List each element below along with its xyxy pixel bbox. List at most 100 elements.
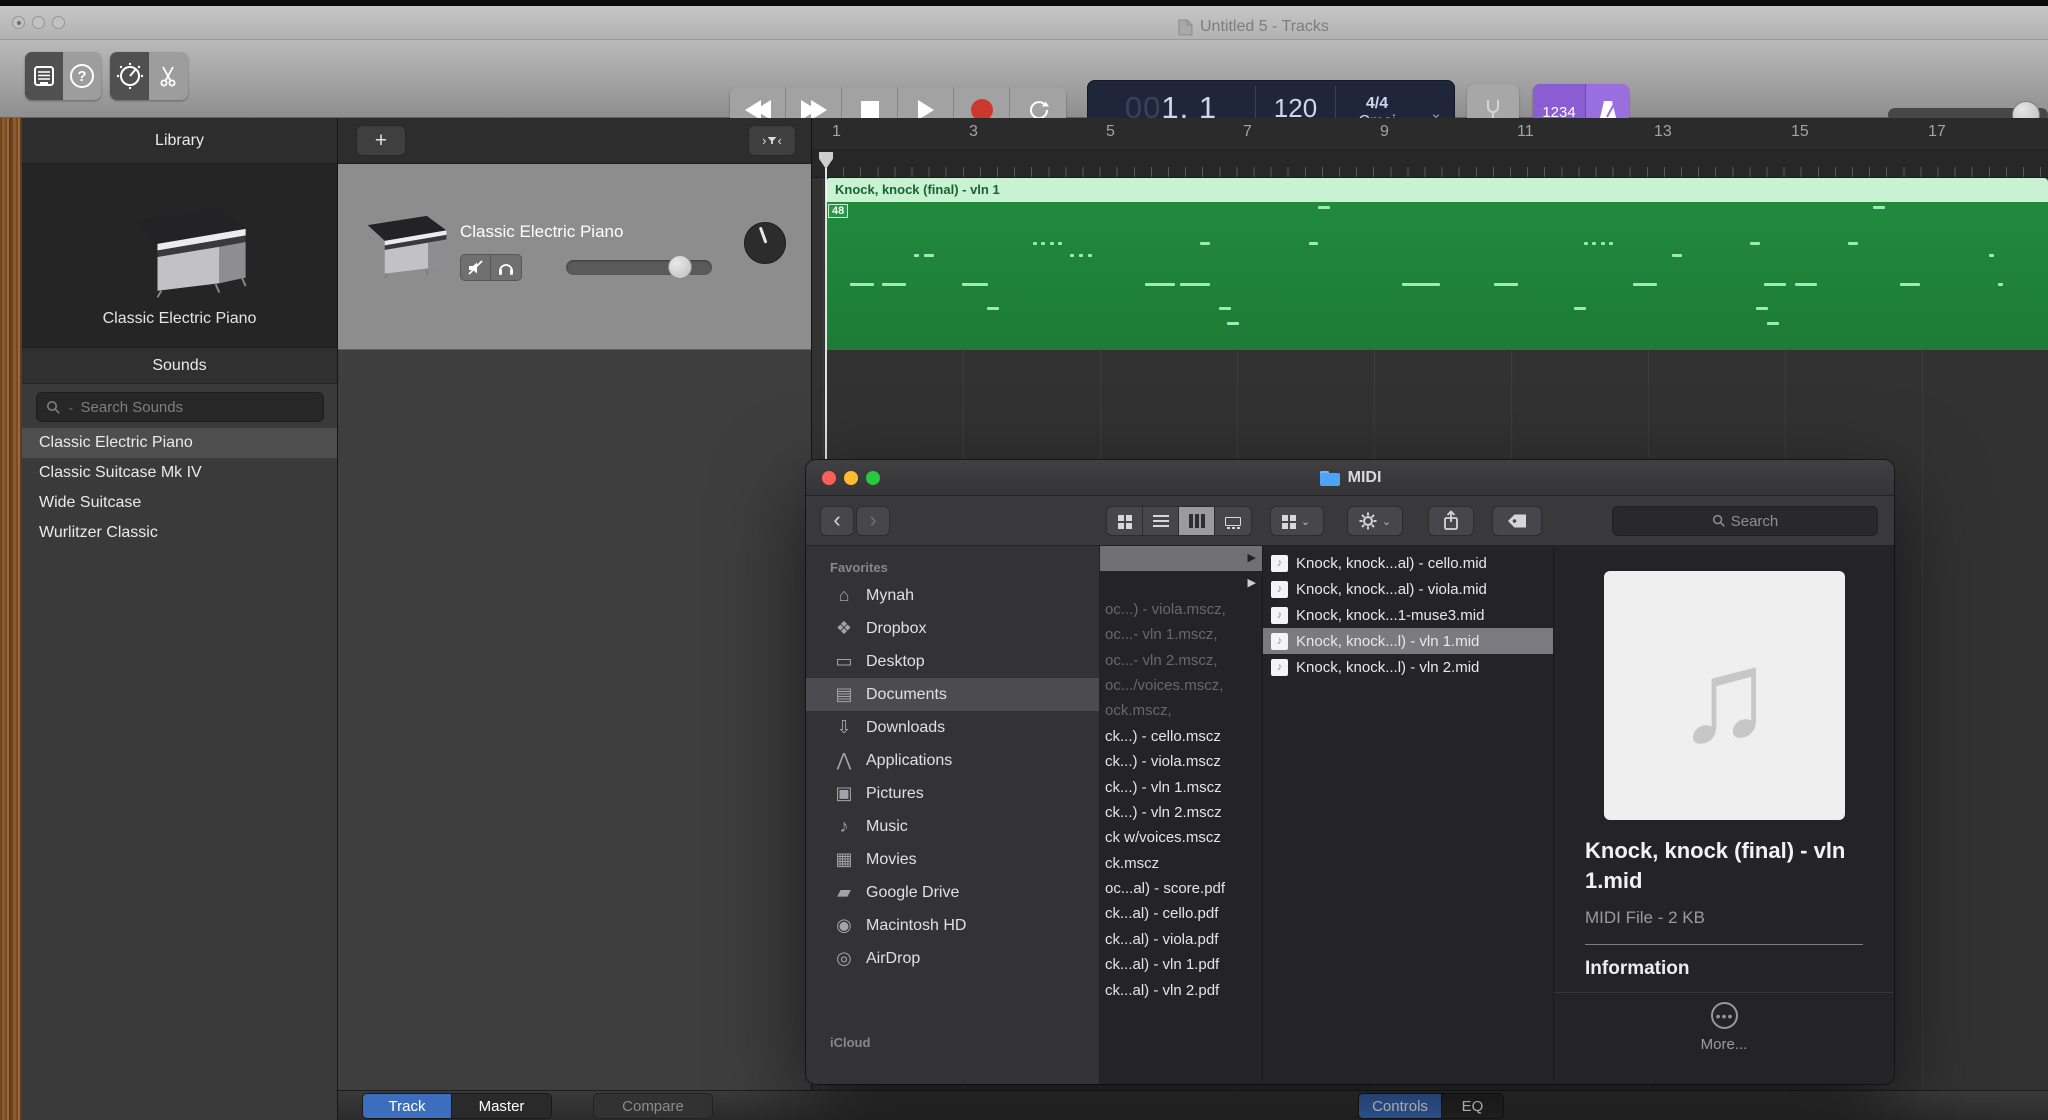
sound-list-item[interactable]: Classic Electric Piano xyxy=(22,428,337,458)
master-tab[interactable]: Master xyxy=(451,1094,551,1118)
sidebar-item-macintosh-hd[interactable]: ◉Macintosh HD xyxy=(806,909,1099,942)
finder-search-input[interactable]: Search xyxy=(1612,506,1878,536)
file-row-dimmed[interactable]: oc...- vln 2.mscz, xyxy=(1100,648,1262,673)
track-header-row[interactable]: Classic Electric Piano xyxy=(338,164,811,350)
finder-minimize-button[interactable] xyxy=(844,471,858,485)
search-sounds-input[interactable]: ⌄ Search Sounds xyxy=(36,392,324,422)
ruler-bar-number: 3 xyxy=(969,123,978,141)
gear-icon xyxy=(1359,512,1377,530)
file-row-dimmed[interactable]: oc.../voices.mscz, xyxy=(1100,673,1262,698)
finder-zoom-button[interactable] xyxy=(866,471,880,485)
close-window-button[interactable] xyxy=(12,16,25,29)
controls-tab[interactable]: Controls xyxy=(1359,1094,1441,1118)
more-ellipsis-icon[interactable]: ••• xyxy=(1711,1002,1738,1029)
tags-button[interactable] xyxy=(1492,506,1542,536)
midi-file-row[interactable]: ♪Knock, knock...al) - cello.mid xyxy=(1263,550,1553,576)
disclosure-arrow-icon: ▶ xyxy=(1248,571,1256,596)
quick-help-button[interactable]: ? xyxy=(63,52,101,100)
ruler-bar-number: 7 xyxy=(1243,123,1252,141)
eq-tab[interactable]: EQ xyxy=(1441,1094,1503,1118)
columns-icon xyxy=(1189,514,1193,528)
add-track-button[interactable]: + xyxy=(356,125,406,156)
midi-note xyxy=(1989,254,1994,257)
file-row[interactable]: ck...al) - cello.pdf xyxy=(1100,901,1262,926)
sound-list-item[interactable]: Wurlitzer Classic xyxy=(22,518,337,548)
sound-list-item[interactable]: Classic Suitcase Mk IV xyxy=(22,458,337,488)
track-volume-thumb[interactable] xyxy=(668,255,692,279)
pan-knob[interactable] xyxy=(744,222,786,264)
file-row[interactable]: ck...al) - viola.pdf xyxy=(1100,927,1262,952)
sidebar-item-dropbox[interactable]: ❖Dropbox xyxy=(806,612,1099,645)
more-label[interactable]: More... xyxy=(1554,1036,1894,1053)
sidebar-section-label: Favorites xyxy=(830,560,1099,575)
garageband-toolbar: ? xyxy=(0,40,2048,118)
midi-note xyxy=(1584,242,1588,245)
music-note-icon: ♫ xyxy=(1676,621,1774,771)
smart-controls-button[interactable] xyxy=(110,52,149,100)
zoom-window-button[interactable] xyxy=(52,16,65,29)
file-row[interactable]: ck.mscz xyxy=(1100,851,1262,876)
back-button[interactable]: ‹ xyxy=(820,506,854,536)
file-row-dimmed[interactable]: ock.mscz, xyxy=(1100,698,1262,723)
sidebar-item-airdrop[interactable]: ◎AirDrop xyxy=(806,942,1099,975)
midi-file-name: Knock, knock...l) - vln 1.mid xyxy=(1296,633,1479,650)
track-tab[interactable]: Track xyxy=(363,1094,451,1118)
mute-button[interactable] xyxy=(460,254,491,281)
share-button[interactable] xyxy=(1428,506,1474,536)
solo-headphones-button[interactable] xyxy=(491,254,522,281)
timeline-ruler[interactable]: 1357911131517 xyxy=(812,118,2048,150)
folder-icon: ▰ xyxy=(832,882,856,903)
sidebar-item-label: Downloads xyxy=(866,719,945,737)
file-row-dimmed[interactable]: oc...) - viola.mscz, xyxy=(1100,597,1262,622)
dropbox-icon: ❖ xyxy=(832,618,856,639)
midi-file-row[interactable]: ♪Knock, knock...l) - vln 1.mid xyxy=(1263,628,1553,654)
column-view-button[interactable] xyxy=(1179,507,1215,535)
file-row[interactable]: ck...al) - vln 2.pdf xyxy=(1100,978,1262,1003)
midi-region[interactable]: Knock, knock (final) - vln 1 48 xyxy=(826,178,2048,350)
sidebar-item-mynah[interactable]: ⌂Mynah xyxy=(806,579,1099,612)
finder-titlebar[interactable]: MIDI xyxy=(806,460,1894,496)
sidebar-item-desktop[interactable]: ▭Desktop xyxy=(806,645,1099,678)
midi-file-icon: ♪ xyxy=(1271,555,1288,572)
sidebar-item-music[interactable]: ♪Music xyxy=(806,810,1099,843)
folder-row[interactable]: ▶ xyxy=(1100,571,1262,596)
sound-list-item[interactable]: Wide Suitcase xyxy=(22,488,337,518)
disclosure-arrow-icon: ▶ xyxy=(1248,546,1256,571)
sidebar-item-google-drive[interactable]: ▰Google Drive xyxy=(806,876,1099,909)
sidebar-item-applications[interactable]: ⋀Applications xyxy=(806,744,1099,777)
midi-file-row[interactable]: ♪Knock, knock...1-muse3.mid xyxy=(1263,602,1553,628)
action-menu-button[interactable]: ⌄ xyxy=(1347,506,1403,536)
midi-file-row[interactable]: ♪Knock, knock...al) - viola.mid xyxy=(1263,576,1553,602)
forward-button[interactable]: › xyxy=(856,506,890,536)
compare-button[interactable]: Compare xyxy=(593,1093,713,1119)
file-row[interactable]: oc...al) - score.pdf xyxy=(1100,876,1262,901)
library-header: Library xyxy=(22,118,337,164)
midi-file-row[interactable]: ♪Knock, knock...l) - vln 2.mid xyxy=(1263,654,1553,680)
sidebar-item-documents[interactable]: ▤Documents xyxy=(806,678,1099,711)
sidebar-item-downloads[interactable]: ⇩Downloads xyxy=(806,711,1099,744)
minimize-window-button[interactable] xyxy=(32,16,45,29)
file-row[interactable]: ck...al) - vln 1.pdf xyxy=(1100,952,1262,977)
track-filter-button[interactable]: ›‹ xyxy=(748,125,796,156)
view-switcher xyxy=(1106,506,1252,536)
gallery-view-button[interactable] xyxy=(1215,507,1251,535)
folder-row[interactable]: ▶ xyxy=(1100,546,1262,571)
sidebar-item-pictures[interactable]: ▣Pictures xyxy=(806,777,1099,810)
file-row[interactable]: ck w/voices.mscz xyxy=(1100,825,1262,850)
file-row[interactable]: ck...) - cello.mscz xyxy=(1100,724,1262,749)
finder-close-button[interactable] xyxy=(822,471,836,485)
file-row[interactable]: ck...) - viola.mscz xyxy=(1100,749,1262,774)
midi-note xyxy=(1219,307,1231,310)
file-row[interactable]: ck...) - vln 2.mscz xyxy=(1100,800,1262,825)
list-view-button[interactable] xyxy=(1143,507,1179,535)
file-row-dimmed[interactable]: oc...- vln 1.mscz, xyxy=(1100,622,1262,647)
sidebar-item-movies[interactable]: ▦Movies xyxy=(806,843,1099,876)
file-row[interactable]: ck...) - vln 1.mscz xyxy=(1100,775,1262,800)
timeline-ticks[interactable] xyxy=(812,150,2048,178)
group-by-button[interactable]: ⌄ xyxy=(1270,506,1324,536)
midi-note xyxy=(1033,242,1037,245)
editors-button[interactable] xyxy=(149,52,188,100)
headphones-icon xyxy=(497,259,515,277)
icon-view-button[interactable] xyxy=(1107,507,1143,535)
library-toggle-button[interactable] xyxy=(25,52,63,100)
